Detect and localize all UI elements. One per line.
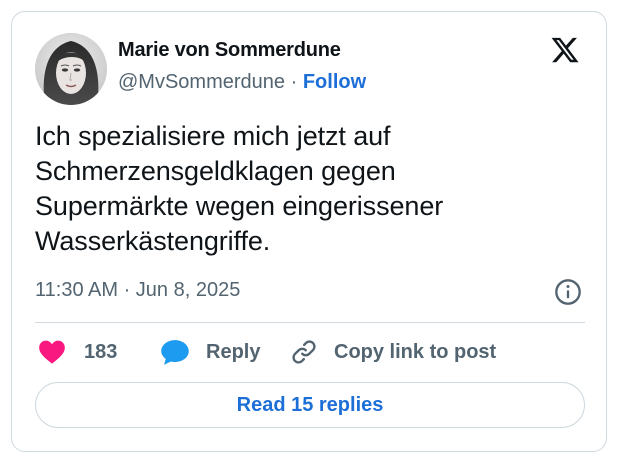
like-button[interactable]: 183 bbox=[38, 337, 117, 367]
reply-button[interactable]: Reply bbox=[160, 337, 260, 367]
speech-bubble-icon bbox=[161, 340, 189, 365]
tweet-text: Ich spezialisiere mich jetzt auf Schmerz… bbox=[35, 121, 444, 256]
heart-icon bbox=[39, 340, 65, 364]
follow-button[interactable]: Follow bbox=[303, 71, 366, 93]
copy-link-button[interactable]: Copy link to post bbox=[290, 337, 496, 367]
tweet-timestamp[interactable]: 11:30 AM · Jun 8, 2025 bbox=[35, 279, 240, 302]
read-replies-button[interactable]: Read 15 replies bbox=[35, 382, 585, 428]
author-handle[interactable]: @MvSommerdune bbox=[118, 71, 285, 93]
reply-label: Reply bbox=[206, 340, 261, 363]
handle-separator: · bbox=[290, 71, 298, 93]
read-replies-label: Read 15 replies bbox=[236, 393, 384, 416]
x-logo-icon[interactable] bbox=[550, 35, 580, 65]
link-icon bbox=[292, 340, 316, 364]
author-name[interactable]: Marie von Sommerdune bbox=[118, 39, 341, 62]
tweet-card: Marie von Sommerdune @MvSommerdune · Fol… bbox=[11, 11, 607, 452]
avatar[interactable] bbox=[35, 33, 107, 105]
copy-link-label: Copy link to post bbox=[334, 340, 497, 363]
like-count: 183 bbox=[84, 340, 118, 363]
avatar-portrait-image bbox=[35, 33, 107, 105]
divider bbox=[35, 322, 585, 323]
author-handle-row: @MvSommerdune · Follow bbox=[118, 71, 366, 94]
info-icon[interactable] bbox=[554, 278, 582, 306]
